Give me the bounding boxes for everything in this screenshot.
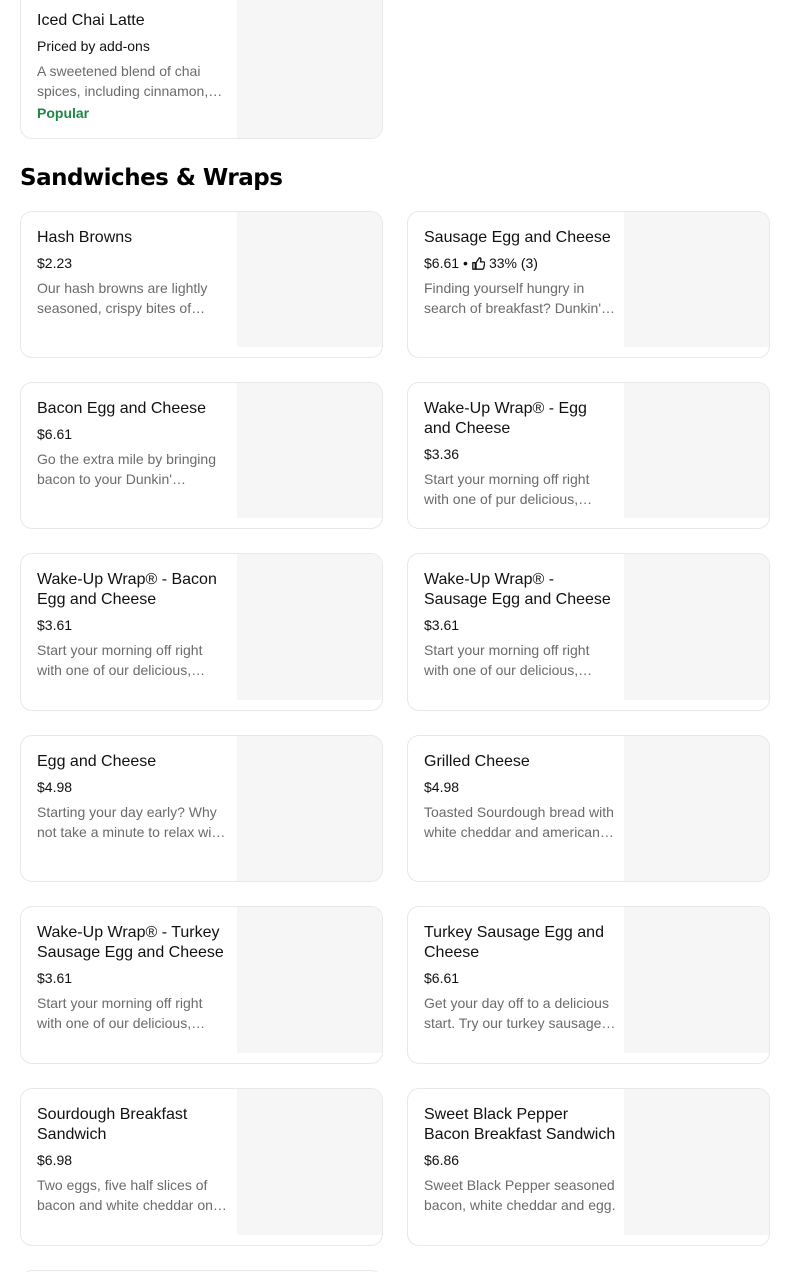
menu-item-image: [237, 736, 382, 881]
menu-item-image: [237, 907, 382, 1053]
menu-item-card[interactable]: Wake-Up Wrap® - Egg and Cheese $3.36 Sta…: [407, 382, 770, 529]
menu-item-image: [237, 1089, 382, 1235]
menu-item-card[interactable]: Sweet Black Pepper Bacon Breakfast Sandw…: [407, 1088, 770, 1246]
price-text: $3.61: [37, 970, 73, 986]
menu-item-name: Wake-Up Wrap® - Bacon Egg and Cheese: [37, 571, 217, 608]
menu-item-image: [624, 554, 769, 700]
menu-item-price: $6.86: [424, 1151, 616, 1169]
menu-item-text: Turkey Sausage Egg and Cheese $6.61 Get …: [424, 923, 616, 1033]
menu-item-name: Turkey Sausage Egg and Cheese: [424, 924, 604, 961]
menu-item-description: Go the extra mile by bringing bacon to y…: [37, 451, 216, 487]
menu-item-image: [237, 212, 382, 347]
menu-item-card[interactable]: Bacon Egg and Cheese $6.61 Go the extra …: [20, 382, 383, 529]
menu-item-price-rating: $6.61 • 33% (3): [424, 254, 616, 272]
menu-item-description: Start your morning off right with one of…: [37, 642, 203, 678]
separator: •: [463, 255, 468, 271]
menu-item-text: Wake-Up Wrap® - Turkey Sausage Egg and C…: [37, 923, 229, 1033]
menu-item-name: Sourdough Breakfast Sandwich: [37, 1106, 188, 1143]
menu-item-text: Wake-Up Wrap® - Sausage Egg and Cheese $…: [424, 570, 616, 680]
menu-item-image: [624, 907, 769, 1053]
menu-item-price: $4.98: [37, 778, 229, 796]
menu-item-price: $4.98: [424, 778, 616, 796]
price-text: $6.61: [424, 255, 460, 271]
price-text: $4.98: [37, 779, 73, 795]
price-text: $6.61: [424, 970, 460, 986]
menu-item-description: Start your morning off right with one of…: [424, 642, 590, 678]
menu-item-name: Sweet Black Pepper Bacon Breakfast Sandw…: [424, 1106, 616, 1143]
price-text: $4.98: [424, 779, 460, 795]
section-title: Sandwiches & Wraps: [20, 165, 283, 191]
menu-item-price: $6.61: [37, 425, 229, 443]
menu-item-price: $3.61: [37, 969, 229, 987]
menu-item-name: Bacon Egg and Cheese: [37, 400, 207, 417]
menu-item-description: Our hash browns are lightly seasoned, cr…: [37, 280, 208, 316]
menu-item-image: [237, 554, 382, 700]
menu-item-price: $6.98: [37, 1151, 229, 1169]
popular-badge: Popular: [37, 105, 90, 121]
menu-item-price: $6.61: [424, 969, 616, 987]
menu-item-text: Egg and Cheese $4.98 Starting your day e…: [37, 752, 229, 842]
menu-item-description: A sweetened blend of chai spices, includ…: [37, 63, 209, 99]
menu-item-card[interactable]: Grilled Cheese $4.98 Toasted Sourdough b…: [407, 735, 770, 882]
menu-item-text: Bacon Egg and Cheese $6.61 Go the extra …: [37, 399, 229, 489]
menu-item-text: Sweet Black Pepper Bacon Breakfast Sandw…: [424, 1105, 616, 1215]
menu-item-description: Starting your day early? Why not take a …: [37, 804, 223, 840]
menu-item-image: [624, 1089, 769, 1235]
menu-item-text: Grilled Cheese $4.98 Toasted Sourdough b…: [424, 752, 616, 842]
menu-item-text: Hash Browns $2.23 Our hash browns are li…: [37, 228, 229, 318]
menu-item-description: Get your day off to a delicious start. T…: [424, 995, 609, 1031]
menu-item-card[interactable]: Turkey Sausage Egg and Cheese $6.61 Get …: [407, 906, 770, 1064]
menu-item-description: Start your morning off right with one of…: [37, 995, 203, 1031]
menu-item-price: $3.61: [37, 616, 229, 634]
menu-item-description: Toasted Sourdough bread with white chedd…: [424, 804, 614, 840]
menu-item-name: Grilled Cheese: [424, 753, 530, 770]
menu-item-image: [624, 212, 769, 347]
price-text: $3.61: [37, 617, 73, 633]
menu-item-name: Sausage Egg and Cheese: [424, 229, 611, 246]
menu-item-card[interactable]: Hash Browns $2.23 Our hash browns are li…: [20, 211, 383, 358]
menu-item-card[interactable]: Wake-Up Wrap® - Turkey Sausage Egg and C…: [20, 906, 383, 1064]
menu-item-price: $2.23: [37, 254, 229, 272]
menu-item-name: Iced Chai Latte: [37, 12, 145, 29]
menu-item-description: Start your morning off right with one of…: [424, 471, 590, 507]
menu-item-card[interactable]: Wake-Up Wrap® - Sausage Egg and Cheese $…: [407, 553, 770, 711]
price-text: $6.98: [37, 1152, 73, 1168]
rating-text: 33% (3): [488, 255, 538, 271]
menu-item-name: Wake-Up Wrap® - Egg and Cheese: [424, 400, 587, 437]
price-text: $2.23: [37, 255, 73, 271]
menu-item-description: Two eggs, five half slices of bacon and …: [37, 1177, 213, 1213]
menu-item-price: $3.61: [424, 616, 616, 634]
menu-item-text: Sourdough Breakfast Sandwich $6.98 Two e…: [37, 1105, 229, 1215]
menu-item-name: Hash Browns: [37, 229, 133, 246]
menu-item-text: Wake-Up Wrap® - Bacon Egg and Cheese $3.…: [37, 570, 229, 680]
menu-item-price: Priced by add-ons: [37, 37, 229, 55]
menu-item-card[interactable]: Egg and Cheese $4.98 Starting your day e…: [20, 735, 383, 882]
menu-item-description: Sweet Black Pepper seasoned bacon, white…: [424, 1177, 616, 1213]
menu-item-card[interactable]: Wake-Up Wrap® - Bacon Egg and Cheese $3.…: [20, 553, 383, 711]
price-text: $6.61: [37, 426, 73, 442]
menu-item-card[interactable]: Iced Chai Latte Priced by add-ons A swee…: [20, 0, 383, 139]
menu-item-name: Egg and Cheese: [37, 753, 157, 770]
menu-item-name: Wake-Up Wrap® - Sausage Egg and Cheese: [424, 571, 611, 608]
menu-item-name: Wake-Up Wrap® - Turkey Sausage Egg and C…: [37, 924, 224, 961]
menu-item-text: Wake-Up Wrap® - Egg and Cheese $3.36 Sta…: [424, 399, 616, 509]
menu-item-card[interactable]: Sausage Egg and Cheese $6.61 • 33% (3) F…: [407, 211, 770, 358]
menu-item-image: [624, 736, 769, 881]
menu-item-image: [237, 0, 382, 138]
menu-item-text: Iced Chai Latte Priced by add-ons A swee…: [37, 11, 229, 123]
thumbs-up-icon: [472, 256, 485, 270]
price-text: $3.61: [424, 617, 460, 633]
menu-item-price: $3.36: [424, 445, 616, 463]
menu-item-description: Finding yourself hungry in search of bre…: [424, 280, 601, 316]
menu-item-image: [624, 383, 769, 518]
menu-item-card[interactable]: Sourdough Breakfast Sandwich $6.98 Two e…: [20, 1088, 383, 1246]
price-text: $6.86: [424, 1152, 460, 1168]
menu-item-image: [237, 383, 382, 518]
menu-item-text: Sausage Egg and Cheese $6.61 • 33% (3) F…: [424, 228, 616, 318]
price-text: Priced by add-ons: [37, 38, 150, 54]
price-text: $3.36: [424, 446, 460, 462]
